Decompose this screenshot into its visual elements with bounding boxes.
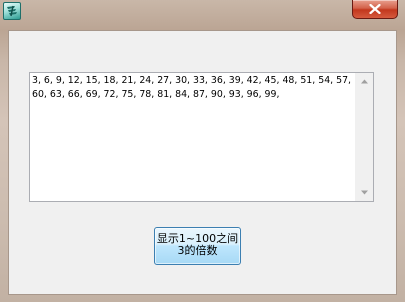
scroll-down-icon (361, 190, 368, 195)
button-label-line2: 3的倍数 (177, 244, 218, 257)
close-icon (369, 4, 381, 14)
vertical-scrollbar[interactable] (355, 73, 373, 201)
output-text: 3, 6, 9, 12, 15, 18, 21, 24, 27, 30, 33,… (32, 75, 352, 100)
show-multiples-of-3-button[interactable]: 显示1~100之间 3的倍数 (154, 227, 241, 265)
app-icon[interactable] (3, 2, 21, 20)
form-client-area: 3, 6, 9, 12, 15, 18, 21, 24, 27, 30, 33,… (8, 30, 397, 295)
title-bar[interactable] (0, 0, 405, 24)
scroll-up-button[interactable] (356, 73, 373, 90)
scroll-down-button[interactable] (356, 184, 373, 201)
scroll-up-icon (361, 79, 368, 84)
close-button[interactable] (352, 0, 398, 19)
output-textbox[interactable]: 3, 6, 9, 12, 15, 18, 21, 24, 27, 30, 33,… (29, 72, 374, 202)
application-window: 3, 6, 9, 12, 15, 18, 21, 24, 27, 30, 33,… (0, 0, 405, 302)
